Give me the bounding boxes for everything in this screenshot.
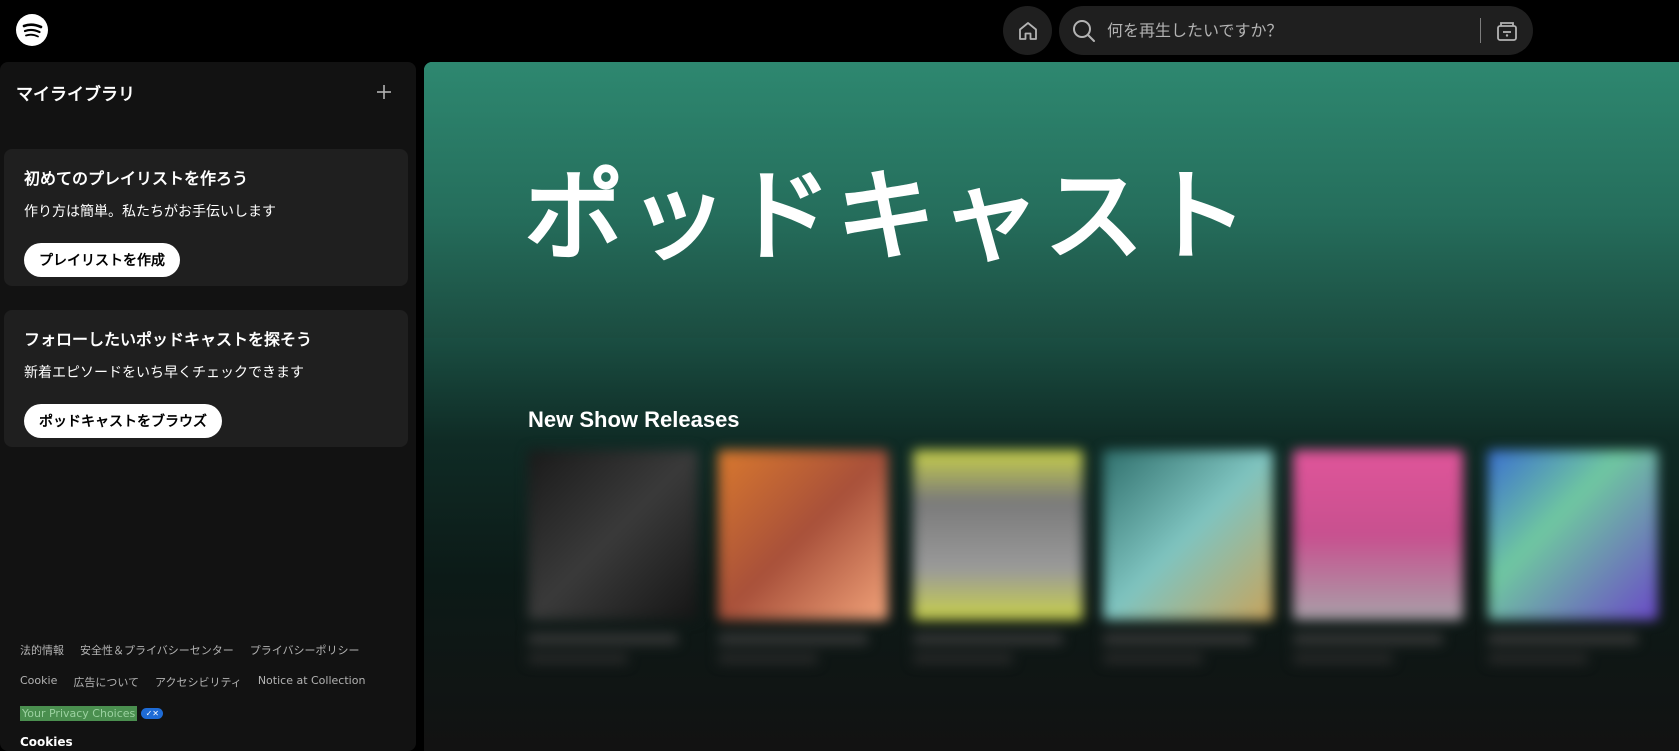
show-cover-image [1103,450,1273,620]
show-title-placeholder [913,634,1063,644]
footer-link-notice-at-collection[interactable]: Notice at Collection [258,674,366,690]
footer-link-safety-privacy-center[interactable]: 安全性＆プライバシーセンター [80,642,234,658]
show-cover-image [1488,450,1658,620]
cookies-settings-link[interactable]: Cookies [20,735,400,749]
create-playlist-title: 初めてのプレイリストを作ろう [24,169,249,188]
footer-link-privacy-policy[interactable]: プライバシーポリシー [250,642,360,658]
show-subtitle-placeholder [718,654,818,663]
show-cover-image [528,450,698,620]
home-button[interactable] [1003,6,1052,55]
section-title[interactable]: New Show Releases [528,407,740,433]
search-icon[interactable] [1071,18,1097,44]
browse-podcasts-card: フォローしたいポッドキャストを探そう 新着エピソードをいち早くチェックできます … [4,310,408,447]
show-card[interactable] [528,450,698,720]
show-card[interactable] [913,450,1083,720]
footer-link-about-ads[interactable]: 広告について [73,674,139,690]
show-card[interactable] [1103,450,1273,720]
search-divider [1480,18,1481,43]
search-bar[interactable] [1059,6,1533,55]
show-subtitle-placeholder [1293,654,1393,663]
plus-icon [377,85,391,99]
show-cover-image [913,450,1083,620]
footer-links-row-1: 法的情報 安全性＆プライバシーセンター プライバシーポリシー [20,642,400,658]
create-playlist-card: 初めてのプレイリストを作ろう 作り方は簡単。私たちがお手伝いします プレイリスト… [4,149,408,286]
create-button[interactable] [372,80,396,104]
sidebar-footer: 法的情報 安全性＆プライバシーセンター プライバシーポリシー Cookie 広告… [20,642,400,749]
library-title[interactable]: マイライブラリ [16,80,135,105]
show-subtitle-placeholder [528,654,628,663]
footer-link-accessibility[interactable]: アクセシビリティ [155,674,242,690]
library-sidebar: マイライブラリ 初めてのプレイリストを作ろう 作り方は簡単。私たちがお手伝いしま… [0,62,416,751]
home-icon [1018,21,1037,40]
show-title-placeholder [1488,634,1638,644]
page-title: ポッドキャスト [524,158,1252,275]
spotify-logo-icon[interactable] [16,14,48,46]
show-title-placeholder [528,634,678,644]
show-subtitle-placeholder [1103,654,1203,663]
top-bar [0,0,1679,62]
show-subtitle-placeholder [1488,654,1588,663]
show-card[interactable] [718,450,888,720]
main-content: ポッドキャスト New Show Releases [424,62,1679,751]
show-cover-image [1293,450,1463,620]
browse-podcasts-subtitle: 新着エピソードをいち早くチェックできます [24,365,304,381]
privacy-choices-icon: ✓✕ [141,708,164,719]
browse-podcasts-button[interactable]: ポッドキャストをブラウズ [24,404,222,438]
footer-link-legal[interactable]: 法的情報 [20,642,64,658]
show-title-placeholder [718,634,868,644]
show-carousel [528,450,1678,720]
search-input[interactable] [1105,16,1465,45]
show-title-placeholder [1103,634,1253,644]
footer-link-cookie[interactable]: Cookie [20,674,57,690]
footer-links-row-2: Cookie 広告について アクセシビリティ Notice at Collect… [20,674,400,690]
show-subtitle-placeholder [913,654,1013,663]
show-cover-image [718,450,888,620]
create-playlist-button[interactable]: プレイリストを作成 [24,243,180,277]
create-playlist-subtitle: 作り方は簡単。私たちがお手伝いします [24,204,276,220]
hero-banner: ポッドキャスト [424,62,1679,338]
browse-icon[interactable] [1494,18,1520,44]
show-title-placeholder [1293,634,1443,644]
show-card[interactable] [1488,450,1658,720]
browse-podcasts-title: フォローしたいポッドキャストを探そう [24,330,313,349]
show-card[interactable] [1293,450,1463,720]
privacy-choices-row: Your Privacy Choices ✓✕ [20,706,400,721]
privacy-choices-link[interactable]: Your Privacy Choices [20,706,138,721]
